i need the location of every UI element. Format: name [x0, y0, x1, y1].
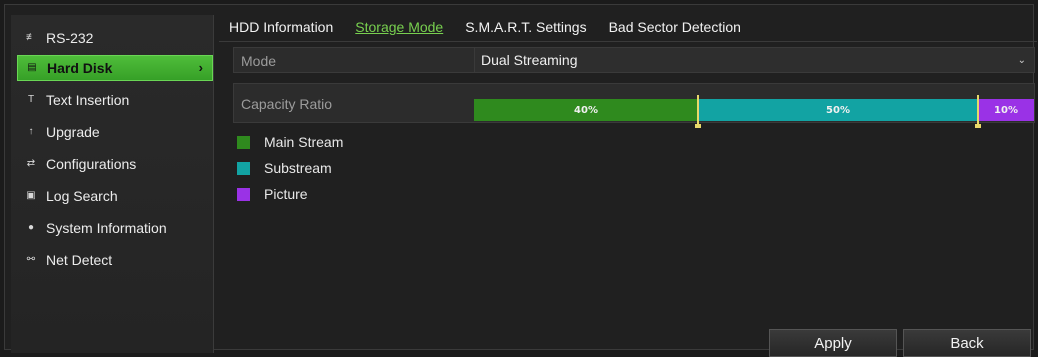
sidebar-item-label: System Information: [46, 220, 167, 236]
tab-bad-sector-detection[interactable]: Bad Sector Detection: [609, 19, 741, 43]
chevron-down-icon: ⌄: [1017, 55, 1026, 66]
upgrade-icon: ↑: [28, 126, 34, 137]
mode-label: Mode: [241, 53, 277, 69]
picture-swatch: [237, 187, 250, 201]
sidebar-item-rs232[interactable]: ≢ RS-232: [17, 25, 213, 51]
sidebar-item-configurations[interactable]: ⇄ Configurations: [17, 151, 213, 177]
back-button[interactable]: Back: [903, 329, 1031, 357]
legend-label: Main Stream: [264, 134, 344, 150]
capacity-segment-main-stream: 40%: [474, 99, 698, 121]
mode-value: Dual Streaming: [481, 52, 578, 68]
sidebar-item-text-insertion[interactable]: T Text Insertion: [17, 87, 213, 113]
sidebar-item-log-search[interactable]: ▣ Log Search: [17, 183, 213, 209]
sidebar: ≢ RS-232 ▤ Hard Disk › T Text Insertion …: [11, 15, 214, 353]
sidebar-item-label: Hard Disk: [47, 60, 113, 76]
legend: Main Stream Substream Picture: [237, 129, 343, 207]
mode-select[interactable]: Dual Streaming ⌄: [474, 48, 1034, 72]
rs232-icon: ≢: [26, 32, 36, 43]
sidebar-item-label: Configurations: [46, 156, 137, 172]
tab-hdd-information[interactable]: HDD Information: [229, 19, 333, 43]
content-panel: HDD Information Storage Mode S.M.A.R.T. …: [219, 13, 1037, 357]
hard-disk-icon: ▤: [27, 62, 37, 73]
sidebar-item-net-detect[interactable]: ⚯ Net Detect: [17, 247, 213, 273]
legend-substream: Substream: [237, 155, 343, 181]
info-icon: ●: [27, 222, 35, 233]
configurations-icon: ⇄: [26, 158, 36, 169]
sidebar-item-hard-disk[interactable]: ▤ Hard Disk ›: [17, 55, 213, 81]
capacity-ratio-bar[interactable]: 40% 50% 10%: [474, 95, 1034, 128]
apply-button[interactable]: Apply: [769, 329, 897, 357]
ratio-divider-handle[interactable]: [975, 95, 981, 128]
legend-label: Picture: [264, 186, 308, 202]
text-insertion-icon: T: [27, 94, 35, 105]
legend-picture: Picture: [237, 181, 343, 207]
tab-bar: HDD Information Storage Mode S.M.A.R.T. …: [229, 19, 763, 43]
sidebar-item-upgrade[interactable]: ↑ Upgrade: [17, 119, 213, 145]
capacity-label: Capacity Ratio: [241, 96, 333, 112]
settings-window: ≢ RS-232 ▤ Hard Disk › T Text Insertion …: [4, 4, 1037, 357]
tab-smart-settings[interactable]: S.M.A.R.T. Settings: [465, 19, 586, 43]
capacity-segment-picture: 10%: [978, 99, 1034, 121]
legend-label: Substream: [264, 160, 332, 176]
capacity-segment-substream: 50%: [698, 99, 978, 121]
sidebar-item-label: Net Detect: [46, 252, 113, 268]
sidebar-item-label: Text Insertion: [46, 92, 130, 108]
sidebar-item-label: Log Search: [46, 188, 118, 204]
tab-storage-mode[interactable]: Storage Mode: [355, 19, 443, 43]
sidebar-item-system-information[interactable]: ● System Information: [17, 215, 213, 241]
sidebar-item-label: RS-232: [46, 30, 94, 46]
net-detect-icon: ⚯: [26, 254, 36, 265]
mode-row: Mode Dual Streaming ⌄: [233, 47, 1035, 73]
legend-main-stream: Main Stream: [237, 129, 343, 155]
chevron-right-icon: ›: [198, 60, 203, 75]
tab-divider: [219, 41, 1037, 42]
capacity-row: Capacity Ratio 40% 50% 10%: [233, 83, 1035, 128]
main-stream-swatch: [237, 135, 250, 149]
sidebar-item-label: Upgrade: [46, 124, 100, 140]
log-search-icon: ▣: [26, 190, 36, 201]
ratio-divider-handle[interactable]: [695, 95, 701, 128]
substream-swatch: [237, 161, 250, 175]
